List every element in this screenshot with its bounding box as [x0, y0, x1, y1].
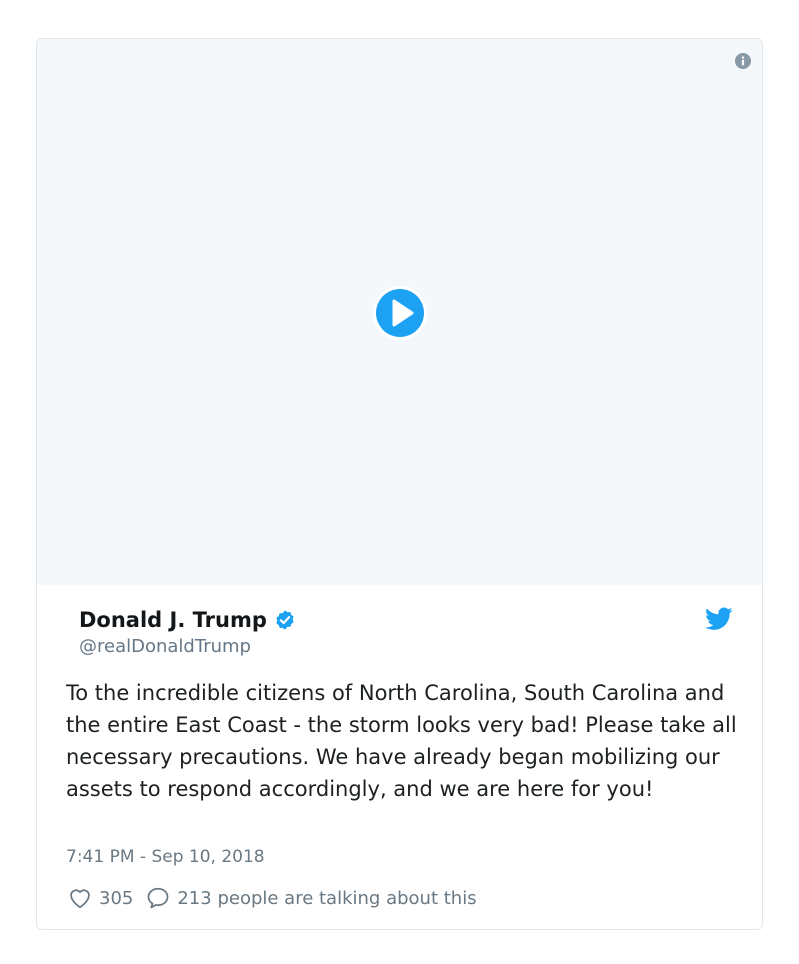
embedded-tweet-card: Donald J. Trump @realDonaldTrump To the … — [36, 38, 763, 930]
twitter-bird-icon[interactable] — [705, 607, 733, 631]
info-icon[interactable] — [735, 53, 751, 69]
conversation-count: 213 people are talking about this — [177, 887, 477, 909]
video-media[interactable] — [37, 39, 762, 585]
tweet-author: Donald J. Trump @realDonaldTrump — [79, 605, 296, 657]
tweet-actions: 305 213 people are talking about this — [67, 885, 477, 911]
like-button[interactable]: 305 — [67, 885, 133, 911]
tweet-text: To the incredible citizens of North Caro… — [66, 681, 737, 801]
like-count: 305 — [99, 887, 134, 909]
reply-conversation-link[interactable]: 213 people are talking about this — [145, 885, 477, 911]
play-button[interactable] — [372, 285, 428, 341]
author-name-row: Donald J. Trump — [79, 605, 296, 635]
tweet-timestamp[interactable]: 7:41 PM - Sep 10, 2018 — [66, 847, 265, 867]
author-handle[interactable]: @realDonaldTrump — [79, 636, 296, 657]
verified-badge-icon — [276, 610, 294, 630]
author-name[interactable]: Donald J. Trump — [79, 608, 267, 632]
speech-bubble-icon — [147, 887, 169, 909]
heart-icon — [70, 889, 90, 909]
